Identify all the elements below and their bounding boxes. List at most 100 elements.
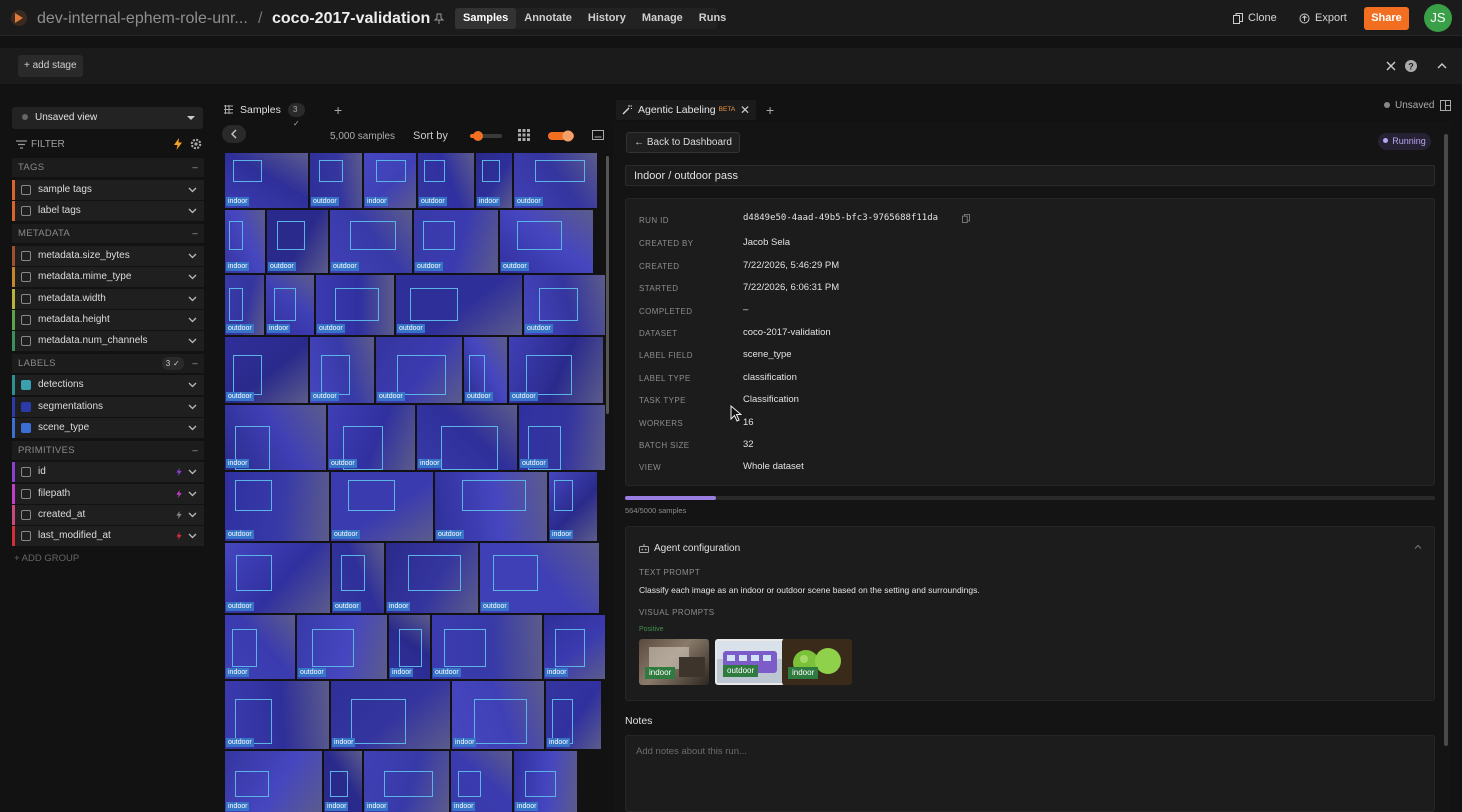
sample-tile[interactable]: indoor	[225, 153, 308, 208]
user-avatar[interactable]: JS	[1424, 4, 1452, 32]
sample-tile[interactable]: outdoor	[310, 153, 362, 208]
sample-tile[interactable]: indoor	[476, 153, 512, 208]
field-row[interactable]: metadata.mime_type	[12, 267, 204, 287]
chevron-down-icon[interactable]	[188, 206, 197, 215]
view-selector[interactable]: Unsaved view	[12, 107, 203, 129]
back-to-dashboard-button[interactable]: ← Back to Dashboard	[626, 132, 740, 153]
field-checkbox[interactable]	[21, 251, 31, 261]
sample-tile[interactable]: outdoor	[509, 337, 603, 403]
field-checkbox[interactable]	[21, 272, 31, 282]
sample-tile[interactable]: indoor	[331, 681, 450, 749]
group-header-labels[interactable]: LABELS 3 ✓ –	[12, 354, 204, 373]
chevron-down-icon[interactable]	[188, 272, 197, 281]
sample-tile[interactable]: outdoor	[332, 543, 384, 613]
sample-tile[interactable]: outdoor	[524, 275, 605, 335]
sample-tile[interactable]: indoor	[225, 615, 295, 679]
sample-tile[interactable]: outdoor	[432, 615, 542, 679]
layout-icon[interactable]	[592, 129, 604, 141]
chevron-down-icon[interactable]	[188, 423, 197, 432]
sample-tile[interactable]: outdoor	[435, 472, 547, 541]
chevron-down-icon[interactable]	[188, 531, 197, 540]
sample-tile[interactable]: outdoor	[328, 405, 415, 470]
add-tab-icon[interactable]: +	[334, 102, 342, 118]
pin-icon[interactable]	[433, 13, 445, 25]
sample-tile[interactable]: outdoor	[310, 337, 374, 403]
sample-tile[interactable]: outdoor	[225, 543, 330, 613]
nav-tab-runs[interactable]: Runs	[691, 8, 735, 29]
sample-tile[interactable]: indoor	[452, 681, 544, 749]
chevron-down-icon[interactable]	[188, 467, 197, 476]
field-checkbox[interactable]	[21, 185, 31, 195]
sample-tile[interactable]: indoor	[225, 751, 322, 812]
sample-tile[interactable]: outdoor	[297, 615, 387, 679]
grid-view-icon[interactable]	[518, 129, 530, 141]
sample-tile[interactable]: indoor	[225, 210, 265, 273]
chevron-down-icon[interactable]	[188, 185, 197, 194]
sample-tile[interactable]: indoor	[417, 405, 517, 470]
chevron-down-icon[interactable]	[188, 510, 197, 519]
sample-tile[interactable]: outdoor	[376, 337, 462, 403]
group-header-tags[interactable]: TAGS –	[12, 158, 204, 177]
sample-tile[interactable]: indoor	[451, 751, 512, 812]
field-row[interactable]: scene_type	[12, 418, 204, 438]
app-logo-icon[interactable]	[10, 9, 28, 27]
field-checkbox[interactable]	[21, 380, 31, 390]
nav-tab-annotate[interactable]: Annotate	[516, 8, 580, 29]
field-checkbox[interactable]	[21, 315, 31, 325]
visual-prompt-thumbnail[interactable]: indoor	[782, 639, 852, 685]
sample-tile[interactable]: outdoor	[396, 275, 522, 335]
field-row[interactable]: detections	[12, 375, 204, 395]
zoom-slider[interactable]	[470, 130, 502, 142]
field-row[interactable]: label tags	[12, 201, 204, 221]
sample-tile[interactable]: outdoor	[331, 472, 433, 541]
field-row[interactable]: sample tags	[12, 180, 204, 200]
sample-tile[interactable]: outdoor	[225, 681, 329, 749]
field-checkbox[interactable]	[21, 294, 31, 304]
collapse-group-icon[interactable]: –	[192, 224, 198, 243]
field-checkbox[interactable]	[21, 336, 31, 346]
add-group-button[interactable]: + ADD GROUP	[14, 553, 79, 564]
sort-by-button[interactable]: Sort by	[413, 130, 448, 142]
collapse-group-icon[interactable]: –	[192, 441, 198, 460]
close-tab-icon[interactable]: ✕	[740, 103, 750, 117]
sample-tile[interactable]: outdoor	[464, 337, 507, 403]
chevron-down-icon[interactable]	[188, 402, 197, 411]
chevron-down-icon[interactable]	[188, 336, 197, 345]
sample-tile[interactable]: indoor	[549, 472, 597, 541]
sample-tile[interactable]: outdoor	[267, 210, 328, 273]
nav-tab-samples[interactable]: Samples	[455, 8, 517, 29]
sample-tile[interactable]: outdoor	[316, 275, 394, 335]
grid-scrollbar[interactable]	[606, 156, 609, 414]
share-button[interactable]: Share	[1364, 7, 1409, 30]
sample-tile[interactable]: outdoor	[225, 275, 264, 335]
sample-tile[interactable]: indoor	[546, 681, 601, 749]
collapse-group-icon[interactable]: –	[192, 158, 198, 177]
dataset-parent-link[interactable]: dev-internal-ephem-role-unr...	[37, 10, 249, 28]
field-row[interactable]: metadata.size_bytes	[12, 246, 204, 266]
sample-tile[interactable]: indoor	[514, 751, 577, 812]
sample-tile[interactable]: indoor	[324, 751, 362, 812]
notes-textarea[interactable]: Add notes about this run...	[625, 735, 1435, 812]
lightning-icon[interactable]	[174, 138, 182, 150]
sample-tile[interactable]: outdoor	[480, 543, 599, 613]
field-row[interactable]: metadata.width	[12, 289, 204, 309]
field-checkbox[interactable]	[21, 489, 31, 499]
sample-tile[interactable]: indoor	[386, 543, 478, 613]
sample-tile[interactable]: outdoor	[330, 210, 412, 273]
group-header-metadata[interactable]: METADATA –	[12, 224, 204, 243]
field-row[interactable]: last_modified_at	[12, 526, 204, 546]
sample-tile[interactable]: indoor	[364, 751, 449, 812]
chevron-up-icon[interactable]	[1414, 543, 1422, 551]
visual-prompt-thumbnail[interactable]: outdoor	[715, 639, 785, 685]
sample-tile[interactable]: outdoor	[225, 472, 329, 541]
sample-tile[interactable]: indoor	[266, 275, 314, 335]
chevron-down-icon[interactable]	[188, 294, 197, 303]
field-checkbox[interactable]	[21, 531, 31, 541]
sample-tile[interactable]: outdoor	[225, 337, 308, 403]
sample-tile[interactable]: outdoor	[414, 210, 498, 273]
add-tab-icon[interactable]: +	[766, 102, 774, 118]
sample-tile[interactable]: indoor	[225, 405, 326, 470]
sample-tile[interactable]: indoor	[364, 153, 416, 208]
field-row[interactable]: created_at	[12, 505, 204, 525]
field-row[interactable]: filepath	[12, 484, 204, 504]
